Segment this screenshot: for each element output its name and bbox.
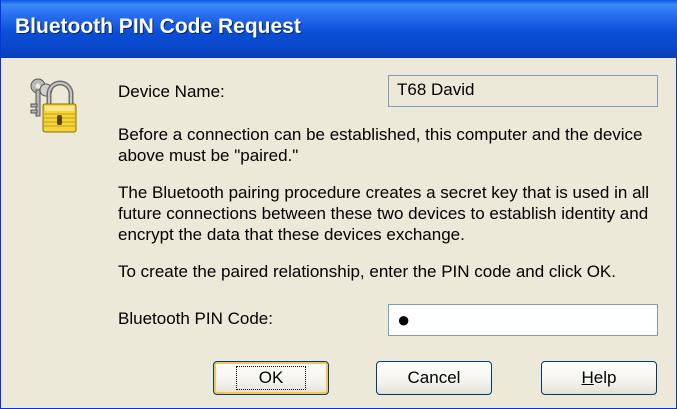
help-label-rest: elp bbox=[593, 368, 617, 387]
paragraph-1-line-2: above must be "paired." bbox=[118, 146, 299, 165]
title-bar[interactable]: Bluetooth PIN Code Request bbox=[1, 0, 677, 58]
ok-button[interactable]: OK bbox=[213, 361, 329, 395]
pin-code-label: Bluetooth PIN Code: bbox=[118, 309, 273, 328]
help-mnemonic: H bbox=[581, 368, 594, 387]
pin-code-input[interactable]: ● bbox=[388, 304, 658, 336]
dialog-title: Bluetooth PIN Code Request bbox=[15, 15, 301, 38]
pin-code-dialog: Bluetooth PIN Code Request Device Name: … bbox=[0, 0, 677, 409]
paragraph-3: To create the paired relationship, enter… bbox=[118, 262, 616, 281]
lock-with-keys-icon bbox=[27, 76, 77, 134]
help-button[interactable]: Help bbox=[541, 361, 657, 395]
device-name-field: T68 David bbox=[388, 75, 658, 107]
cancel-button-label: Cancel bbox=[407, 368, 461, 387]
paragraph-2-line-3: encrypt the data that these devices exch… bbox=[118, 225, 465, 244]
ok-button-label: OK bbox=[235, 366, 307, 390]
cancel-button[interactable]: Cancel bbox=[376, 361, 492, 395]
help-button-label: Help bbox=[582, 363, 617, 393]
device-name-label: Device Name: bbox=[118, 82, 225, 101]
